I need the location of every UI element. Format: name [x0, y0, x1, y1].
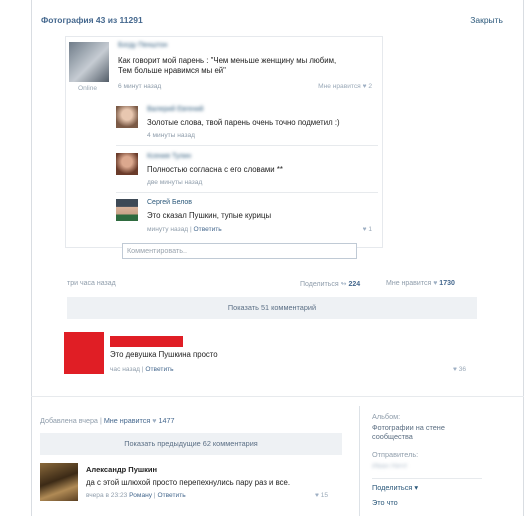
show-comments-button[interactable]: Показать 51 комментарий [67, 297, 477, 319]
share-label: Поделиться [300, 281, 339, 288]
sender-label: Отправитель: [372, 450, 419, 459]
comment-text-line1: Как говорит мой парень : "Чем меньше жен… [118, 56, 337, 65]
share-button[interactable]: Поделиться ↬ 224 [300, 280, 360, 288]
comment-time: вчера в 23:23 [86, 492, 128, 499]
like-count: 1 [368, 226, 372, 233]
divider [372, 478, 482, 479]
comment-like[interactable]: ♥ 15 [315, 492, 328, 499]
post-like-button[interactable]: Мне нравится ♥ 1477 [104, 416, 175, 425]
comment-author[interactable]: Валерий Евгений [147, 106, 204, 113]
show-previous-comments-button[interactable]: Показать предыдущие 62 комментария [40, 433, 342, 455]
like-count: 36 [458, 366, 467, 373]
like-count: 1477 [158, 416, 175, 425]
photo-time: три часа назад [67, 280, 116, 287]
photo-image[interactable]: Online Богду Пенштон Как говорит мой пар… [65, 36, 383, 259]
like-label: Мне нравится [103, 416, 151, 425]
comment-meta: вчера в 23:23 Роману | Ответить [86, 492, 186, 499]
reply-link[interactable]: Ответить [157, 492, 185, 499]
heart-icon: ♥ [362, 83, 367, 90]
redacted-name [110, 336, 183, 347]
comment-input[interactable]: Комментировать.. [122, 243, 357, 259]
like-label: Мне нравится [386, 280, 432, 287]
photo-viewer-header: Фотография 43 из 11291 Закрыть [31, 0, 524, 40]
post-added: Добавлена вчера [40, 416, 98, 425]
comment-like[interactable]: Мне нравится ♥ 2 [318, 83, 372, 90]
album-value-line1[interactable]: Фотографии на стене [372, 423, 492, 432]
avatar[interactable] [69, 42, 109, 82]
comment-text: Золотые слова, твой парень очень точно п… [147, 118, 340, 127]
comment-text: Это сказал Пушкин, тупые курицы [147, 211, 272, 220]
comment-time: две минуты назад [147, 179, 203, 186]
heart-icon: ♥ [152, 416, 157, 425]
avatar[interactable] [116, 153, 138, 175]
comment-meta: час назад | Ответить [110, 366, 174, 373]
heart-icon: ♥ [315, 492, 319, 499]
avatar[interactable] [116, 199, 138, 221]
heart-icon: ♥ [433, 280, 438, 287]
album-label: Альбом: [372, 412, 401, 421]
chevron-down-icon: ▾ [414, 483, 418, 492]
like-count: 15 [320, 492, 329, 499]
avatar[interactable] [40, 463, 78, 501]
online-status: Online [78, 85, 98, 92]
share-count: 224 [348, 281, 361, 288]
reply-to-link[interactable]: Роману [129, 492, 152, 499]
reply-link[interactable]: Ответить [194, 226, 222, 233]
comment-time: 4 минуты назад [147, 132, 196, 139]
heart-icon: ♥ [362, 226, 367, 233]
comment-time: минуту назад [147, 226, 189, 233]
comment-text: да с этой шлюхой просто перепехнулись па… [86, 478, 291, 487]
like-count: 2 [368, 83, 372, 90]
like-label: Мне нравится [318, 83, 361, 90]
comment-author[interactable]: Сергей Белов [147, 199, 192, 206]
photo-counter-title: Фотография 43 из 11291 [41, 15, 143, 25]
comment-like[interactable]: ♥ 1 [363, 226, 372, 233]
comment-author[interactable]: Александр Пушкин [86, 465, 157, 474]
share-icon: ↬ [340, 281, 347, 288]
close-button[interactable]: Закрыть [470, 15, 503, 25]
share-label: Поделиться [372, 483, 413, 492]
sender-value[interactable]: Иван Ничт [372, 461, 492, 470]
comment-like[interactable]: ♥ 36 [453, 366, 466, 373]
comment-text-line2: Тем больше нравимся мы ей" [118, 66, 226, 75]
photo-info-sidebar: Альбом: Фотографии на стене сообщества О… [372, 412, 492, 507]
comment-text: Это девушка Пушкина просто [110, 350, 218, 359]
comment-text: Полностью согласна с его словами ** [147, 165, 283, 174]
heart-icon: ♥ [453, 366, 457, 373]
comment-meta: минуту назад | Ответить [147, 226, 222, 233]
comment-author[interactable]: Богду Пенштон [118, 42, 168, 49]
share-dropdown[interactable]: Поделиться ▾ [372, 483, 492, 492]
reply-link[interactable]: Ответить [145, 366, 173, 373]
redacted-avatar [64, 332, 104, 374]
divider [31, 396, 524, 397]
photo-like-button[interactable]: Мне нравится ♥ 1730 [386, 280, 455, 287]
like-count: 1730 [439, 280, 455, 287]
photo-stats: три часа назад Поделиться ↬ 224 Мне нрав… [67, 278, 477, 292]
comment-time: 6 минут назад [118, 83, 162, 90]
comment-time: час назад [110, 366, 141, 373]
more-link[interactable]: Это что [372, 498, 492, 507]
post-meta: Добавлена вчера | Мне нравится ♥ 1477 [40, 416, 175, 425]
sidebar-divider [359, 406, 360, 516]
divider [116, 145, 378, 146]
comment-author[interactable]: Ксения Тулин [147, 153, 191, 160]
divider [116, 192, 378, 193]
album-value-line2[interactable]: сообщества [372, 432, 492, 441]
avatar[interactable] [116, 106, 138, 128]
